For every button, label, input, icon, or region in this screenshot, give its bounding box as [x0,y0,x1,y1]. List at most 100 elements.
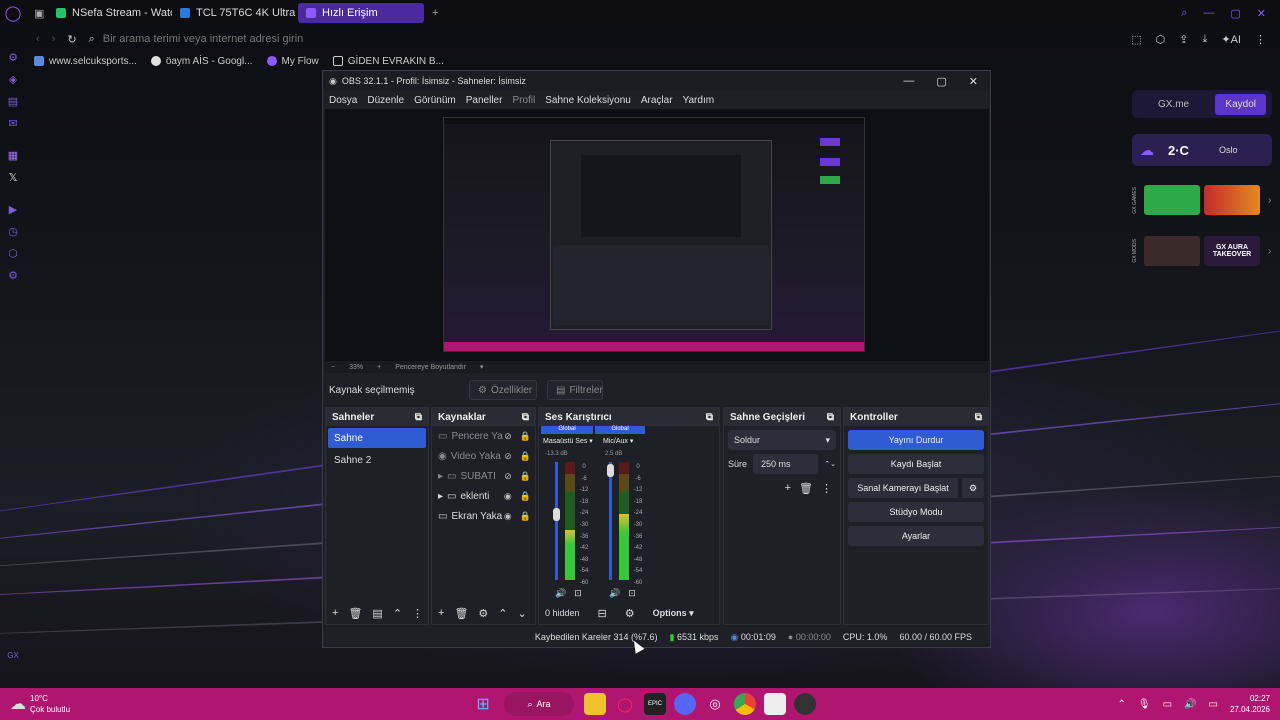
properties-button[interactable]: ⚙ Özellikler [469,380,537,400]
settings-icon[interactable]: ⚙ [0,264,26,286]
new-tab-button[interactable]: + [424,3,444,23]
twitch-icon[interactable]: ▦ [0,144,26,166]
download-icon[interactable]: ⤓ [1203,33,1208,46]
lock-icon[interactable]: 🔒 [520,471,531,482]
add-transition-icon[interactable]: + [785,482,791,495]
menu-file[interactable]: Dosya [329,95,357,106]
undock-icon[interactable]: ⧉ [522,412,529,423]
obs-minimize-icon[interactable]: — [903,75,914,88]
player-icon[interactable]: ▶ [0,198,26,220]
settings-button[interactable]: Ayarlar [848,526,984,546]
start-recording-button[interactable]: Kaydı Başlat [848,454,984,474]
forward-icon[interactable]: › [52,33,56,45]
stepper-icon[interactable]: ⌃⌄ [824,460,836,468]
chrome-icon[interactable] [734,693,757,715]
history-icon[interactable]: ◷ [0,220,26,242]
lock-icon[interactable]: 🔒 [520,431,531,442]
move-down-icon[interactable]: ⌄ [518,607,527,620]
opera-gx-logo-icon[interactable]: ◯ [0,0,26,26]
channel-name-desktop[interactable]: Masaüstü Ses ▾ [543,437,593,445]
epic-games-icon[interactable]: EPIC [644,693,667,715]
maximize-icon[interactable]: ▢ [1230,7,1240,20]
obs-maximize-icon[interactable]: ▢ [936,75,946,88]
mic-icon[interactable]: 🎙 [1138,699,1151,710]
battery-icon[interactable]: ▭ [1209,699,1218,710]
reload-icon[interactable]: ↻ [67,33,76,46]
fader-knob[interactable] [607,464,614,477]
game-thumb-2[interactable] [1204,185,1260,215]
windows-start-icon[interactable]: ⊞ [472,693,494,715]
cube-icon[interactable]: ⬡ [0,242,26,264]
tab-tcl[interactable]: TCL 75T6C 4K Ultra HD 75 [172,3,298,23]
chevron-right-icon[interactable]: › [1268,195,1271,206]
source-settings-icon[interactable]: ⚙ [478,607,488,620]
scene-item[interactable]: Sahne [328,428,426,448]
transition-select[interactable]: Soldur ▾ [728,430,836,450]
x-icon[interactable]: 𝕏 [0,166,26,188]
add-scene-icon[interactable]: + [332,607,338,619]
volume-icon[interactable]: 🔊 [1184,699,1196,710]
source-item[interactable]: ▭ Ekran Yaka ◉ 🔒 [432,506,535,526]
expand-icon[interactable]: ▸ [438,491,443,502]
source-group[interactable]: ▸ ▭ eklenti ◉ 🔒 [432,486,535,506]
menu-scene-collection[interactable]: Sahne Koleksiyonu [545,95,631,106]
search-tabs-icon[interactable]: ⌕ [1181,7,1187,20]
network-icon[interactable]: ▭ [1163,699,1172,710]
snapshot-icon[interactable]: ⬚ [1131,33,1141,46]
signup-button[interactable]: Kaydol [1215,93,1266,115]
move-up-icon[interactable]: ⌃ [393,607,402,620]
ai-button[interactable]: ✦AI [1221,33,1241,46]
bookmark-item[interactable]: My Flow [266,56,319,67]
preview-area[interactable] [325,109,989,361]
zoom-mode[interactable]: Pencereye Boyutlandır [395,364,466,371]
game-thumb-1[interactable] [1144,185,1200,215]
stop-stream-button[interactable]: Yayını Durdur [848,430,984,450]
photos-icon[interactable] [764,693,787,715]
options-button[interactable]: Options ▾ [653,608,694,619]
scene-item[interactable]: Sahne 2 [328,450,426,470]
lock-icon[interactable]: 🔒 [520,491,531,502]
share-icon[interactable]: ⇪ [1179,33,1188,46]
mod-thumb-1[interactable] [1144,236,1200,266]
expand-icon[interactable]: ▸ [438,471,443,482]
menu-help[interactable]: Yardım [683,95,715,106]
undock-icon[interactable]: ⧉ [975,412,982,423]
channel-name-mic[interactable]: Mic/Aux ▾ [603,437,633,445]
chevron-right-icon[interactable]: › [1268,246,1271,257]
studio-mode-button[interactable]: Stüdyo Modu [848,502,984,522]
back-icon[interactable]: ‹ [36,33,40,45]
source-group[interactable]: ▸ ▭ SUBATI ⊘ 🔒 [432,466,535,486]
tray-chevron-icon[interactable]: ⌃ [1118,699,1126,710]
tab-quick-access[interactable]: Hızlı Erişim [298,3,424,23]
gx-control-icon[interactable]: ⚙ [0,46,26,68]
more-icon[interactable]: ⋮ [821,482,832,495]
zoom-in-icon[interactable]: + [377,364,381,371]
tab-nsefa[interactable]: NSefa Stream - Watch Live [48,3,172,23]
menu-tools[interactable]: Araçlar [641,95,673,106]
scene-filters-icon[interactable]: ▤ [372,607,382,620]
close-icon[interactable]: ✕ [1257,7,1266,20]
lock-icon[interactable]: 🔒 [520,511,531,522]
undock-icon[interactable]: ⧉ [415,412,422,423]
volume-fader-mic[interactable] [609,462,612,580]
extensions-icon[interactable]: ⬡ [1156,33,1166,46]
bookmark-item[interactable]: öaym AİS - Googl... [150,56,253,67]
taskbar-search[interactable]: ⌕ Ara [504,692,575,716]
menu-view[interactable]: Görünüm [414,95,456,106]
weather-widget[interactable]: 10°C Çok bulutlu [30,693,70,715]
zoom-dropdown-icon[interactable]: ▾ [480,363,484,371]
menu-profile[interactable]: Profil [512,95,535,106]
zoom-out-icon[interactable]: − [331,364,335,371]
more-icon[interactable]: ⋮ [412,607,423,620]
eye-icon[interactable]: ◉ [504,491,512,502]
virtual-camera-settings-icon[interactable]: ⚙ [962,478,984,498]
workspaces-icon[interactable]: ▣ [26,3,48,23]
opera-gx-icon[interactable]: ◯ [614,693,636,715]
mail-icon[interactable]: ✉ [0,112,26,134]
gx-corner-icon[interactable]: ◈ [0,68,26,90]
source-item[interactable]: ▭ Pencere Ya ⊘ 🔒 [432,426,535,446]
lock-icon[interactable]: 🔒 [520,451,531,462]
eye-hidden-icon[interactable]: ⊘ [504,431,512,442]
menu-edit[interactable]: Düzenle [367,95,404,106]
monitor-icon[interactable]: ⊡ [574,588,582,599]
